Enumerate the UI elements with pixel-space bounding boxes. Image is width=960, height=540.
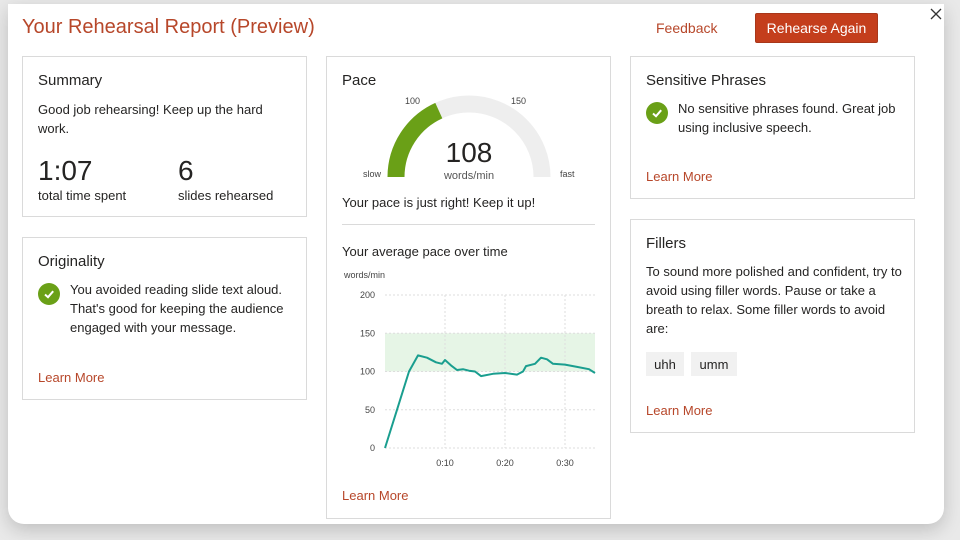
originality-learn-more-link[interactable]: Learn More (38, 370, 104, 385)
sensitive-phrases-title: Sensitive Phrases (646, 72, 767, 89)
pace-over-time-chart: 0 50 100 150 200 0:10 0:20 0:30 words/min (343, 270, 596, 468)
y-tick-label: 100 (360, 367, 375, 377)
sensitive-learn-more-link[interactable]: Learn More (646, 169, 712, 184)
checkmark-icon (38, 283, 60, 305)
y-tick-label: 200 (360, 290, 375, 300)
fillers-title: Fillers (646, 235, 686, 252)
time-spent-value: 1:07 (38, 155, 93, 186)
y-tick-label: 50 (365, 405, 375, 415)
gauge-unit: words/min (443, 170, 494, 182)
gauge-fast-label: fast (560, 169, 575, 179)
rehearse-again-button[interactable]: Rehearse Again (755, 13, 878, 43)
y-axis-label: words/min (343, 270, 385, 280)
summary-message: Good job rehearsing! Keep up the hard wo… (38, 102, 263, 136)
checkmark-icon (646, 102, 668, 124)
filler-word-chip: umm (691, 352, 737, 376)
sensitive-phrases-card: Sensitive Phrases No sensitive phrases f… (630, 56, 915, 199)
fillers-learn-more-link[interactable]: Learn More (646, 403, 712, 418)
originality-card: Originality You avoided reading slide te… (22, 237, 307, 400)
feedback-button[interactable]: Feedback (656, 20, 717, 36)
gauge-slow-label: slow (363, 169, 382, 179)
fillers-card: Fillers To sound more polished and confi… (630, 219, 915, 433)
x-tick-label: 0:20 (496, 458, 514, 468)
pace-chart-title: Your average pace over time (342, 244, 508, 259)
originality-message: You avoided reading slide text aloud. Th… (70, 282, 284, 335)
rehearsal-report-dialog: Your Rehearsal Report (Preview) Feedback… (8, 4, 944, 524)
gauge-mark-150: 150 (511, 96, 526, 106)
summary-card: Summary Good job rehearsing! Keep up the… (22, 56, 307, 217)
y-tick-label: 0 (370, 443, 375, 453)
time-spent-label: total time spent (38, 188, 127, 203)
y-tick-label: 150 (360, 328, 375, 338)
fillers-message: To sound more polished and confident, tr… (646, 264, 902, 336)
summary-title: Summary (38, 72, 103, 89)
x-tick-label: 0:30 (556, 458, 574, 468)
slides-rehearsed-label: slides rehearsed (178, 188, 274, 203)
filler-word-chip: uhh (646, 352, 684, 376)
page-title: Your Rehearsal Report (Preview) (22, 16, 315, 38)
sensitive-phrases-message: No sensitive phrases found. Great job us… (678, 101, 896, 135)
gauge-mark-100: 100 (405, 96, 420, 106)
x-tick-label: 0:10 (436, 458, 454, 468)
gauge-value: 108 (446, 137, 493, 168)
pace-learn-more-link[interactable]: Learn More (342, 488, 408, 503)
target-pace-band (385, 333, 595, 372)
pace-message: Your pace is just right! Keep it up! (342, 195, 536, 210)
pace-card: Pace slow fast 100 150 108 words/min You… (326, 56, 611, 519)
pace-divider (342, 224, 595, 225)
gauge-fill (387, 102, 443, 178)
originality-title: Originality (38, 253, 105, 270)
slides-rehearsed-value: 6 (178, 155, 194, 186)
close-icon[interactable] (928, 6, 944, 22)
